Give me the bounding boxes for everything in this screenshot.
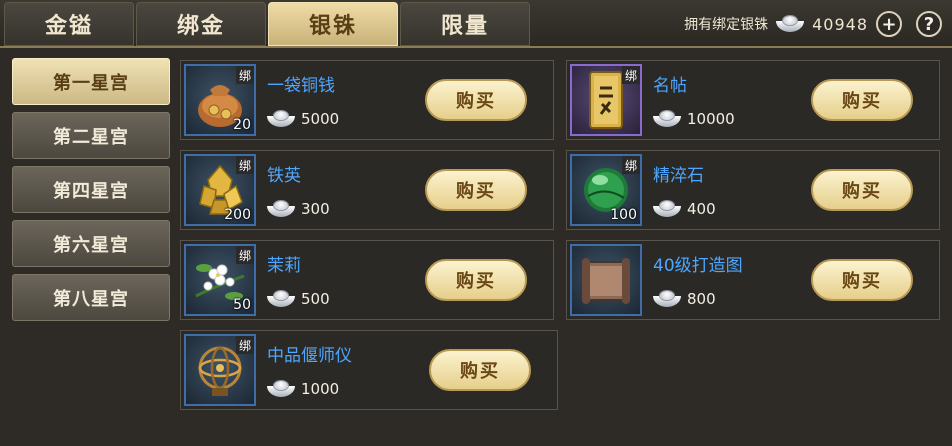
sidebar-item-label: 第六星宫 xyxy=(53,234,129,256)
item-name: 一袋铜钱 xyxy=(267,76,335,96)
item-name: 精淬石 xyxy=(653,166,704,186)
sidebar-item-label: 第八星宫 xyxy=(53,288,129,310)
armillary-sphere-icon: 绑 xyxy=(184,334,256,406)
tab-jinyi[interactable]: 金镒 xyxy=(4,2,134,46)
silver-ingot-icon xyxy=(653,291,681,307)
silver-ingot-icon xyxy=(653,201,681,217)
silver-ingot-icon xyxy=(267,291,295,307)
name-card-icon: 绑 xyxy=(570,64,642,136)
silver-ingot-icon xyxy=(267,381,295,397)
silver-ingot-icon xyxy=(776,16,805,32)
silver-ingot-icon xyxy=(653,111,681,127)
buy-button[interactable]: 购买 xyxy=(429,349,531,391)
buy-button[interactable]: 购买 xyxy=(811,169,913,211)
item-name: 名帖 xyxy=(653,76,687,96)
bind-badge: 绑 xyxy=(236,66,254,84)
bind-badge: 绑 xyxy=(236,246,254,264)
shop-item-card: 绑 20 一袋铜钱 5000 购买 xyxy=(180,60,554,140)
green-orb-icon: 绑 100 xyxy=(570,154,642,226)
item-quantity: 100 xyxy=(610,207,637,223)
item-quantity: 20 xyxy=(233,117,251,133)
bind-badge: 绑 xyxy=(236,156,254,174)
item-price: 400 xyxy=(653,197,716,221)
sidebar-item-palace-2[interactable]: 第二星宫 xyxy=(12,112,170,159)
price-value: 1000 xyxy=(301,380,340,398)
sidebar-item-palace-1[interactable]: 第一星宫 xyxy=(12,58,170,105)
item-name: 中品偃师仪 xyxy=(267,346,352,366)
item-price: 5000 xyxy=(267,107,339,131)
sidebar-item-palace-8[interactable]: 第八星宫 xyxy=(12,274,170,321)
shop-item-card: 绑 100 精淬石 400 购买 xyxy=(566,150,940,230)
scroll-blueprint-icon xyxy=(570,244,642,316)
bind-badge: 绑 xyxy=(622,66,640,84)
add-currency-button[interactable]: + xyxy=(876,11,902,37)
tab-xianliang[interactable]: 限量 xyxy=(400,2,530,46)
currency-amount: 40948 xyxy=(812,14,868,34)
help-button[interactable]: ? xyxy=(916,11,942,37)
silver-ingot-icon xyxy=(267,201,295,217)
item-price: 500 xyxy=(267,287,330,311)
price-value: 400 xyxy=(687,200,716,218)
buy-button[interactable]: 购买 xyxy=(425,169,527,211)
item-price: 300 xyxy=(267,197,330,221)
sidebar-item-label: 第一星宫 xyxy=(53,72,129,94)
item-name: 茉莉 xyxy=(267,256,301,276)
bind-badge: 绑 xyxy=(622,156,640,174)
coin-bag-icon: 绑 20 xyxy=(184,64,256,136)
buy-button[interactable]: 购买 xyxy=(425,259,527,301)
price-value: 800 xyxy=(687,290,716,308)
sidebar-item-label: 第二星宫 xyxy=(53,126,129,148)
tab-label: 金镒 xyxy=(44,14,93,39)
iron-ore-icon: 绑 200 xyxy=(184,154,256,226)
sidebar-item-label: 第四星宫 xyxy=(53,180,129,202)
silver-ingot-icon xyxy=(267,111,295,127)
tab-bangjin[interactable]: 绑金 xyxy=(136,2,266,46)
tab-label: 绑金 xyxy=(176,14,225,39)
buy-button[interactable]: 购买 xyxy=(811,79,913,121)
top-tab-bar: 金镒 绑金 银铢 限量 拥有绑定银铢 40948 + ? xyxy=(0,0,952,48)
sidebar-item-palace-6[interactable]: 第六星宫 xyxy=(12,220,170,267)
buy-button[interactable]: 购买 xyxy=(811,259,913,301)
tab-yinzhu[interactable]: 银铢 xyxy=(268,2,398,46)
shop-item-card: 绑 200 铁英 300 购买 xyxy=(180,150,554,230)
item-quantity: 50 xyxy=(233,297,251,313)
price-value: 10000 xyxy=(687,110,735,128)
tab-label: 银铢 xyxy=(308,14,357,39)
item-price: 10000 xyxy=(653,107,735,131)
shop-item-card: 绑 50 茉莉 500 购买 xyxy=(180,240,554,320)
item-name: 铁英 xyxy=(267,166,301,186)
item-name: 40级打造图 xyxy=(653,256,743,276)
currency-label: 拥有绑定银铢 xyxy=(684,17,769,33)
shop-item-card: 绑 名帖 10000 购买 xyxy=(566,60,940,140)
shop-item-card: 40级打造图 800 购买 xyxy=(566,240,940,320)
item-price: 1000 xyxy=(267,377,339,401)
price-value: 300 xyxy=(301,200,330,218)
item-price: 800 xyxy=(653,287,716,311)
sidebar-item-palace-4[interactable]: 第四星宫 xyxy=(12,166,170,213)
tab-label: 限量 xyxy=(440,14,489,39)
sidebar: 第一星宫 第二星宫 第四星宫 第六星宫 第八星宫 xyxy=(12,58,170,328)
bind-badge: 绑 xyxy=(236,336,254,354)
shop-item-card: 绑 中品偃师仪 1000 购买 xyxy=(180,330,558,410)
currency-display: 拥有绑定银铢 40948 + ? xyxy=(684,8,942,40)
jasmine-flower-icon: 绑 50 xyxy=(184,244,256,316)
price-value: 5000 xyxy=(301,110,340,128)
price-value: 500 xyxy=(301,290,330,308)
buy-button[interactable]: 购买 xyxy=(425,79,527,121)
item-quantity: 200 xyxy=(224,207,251,223)
